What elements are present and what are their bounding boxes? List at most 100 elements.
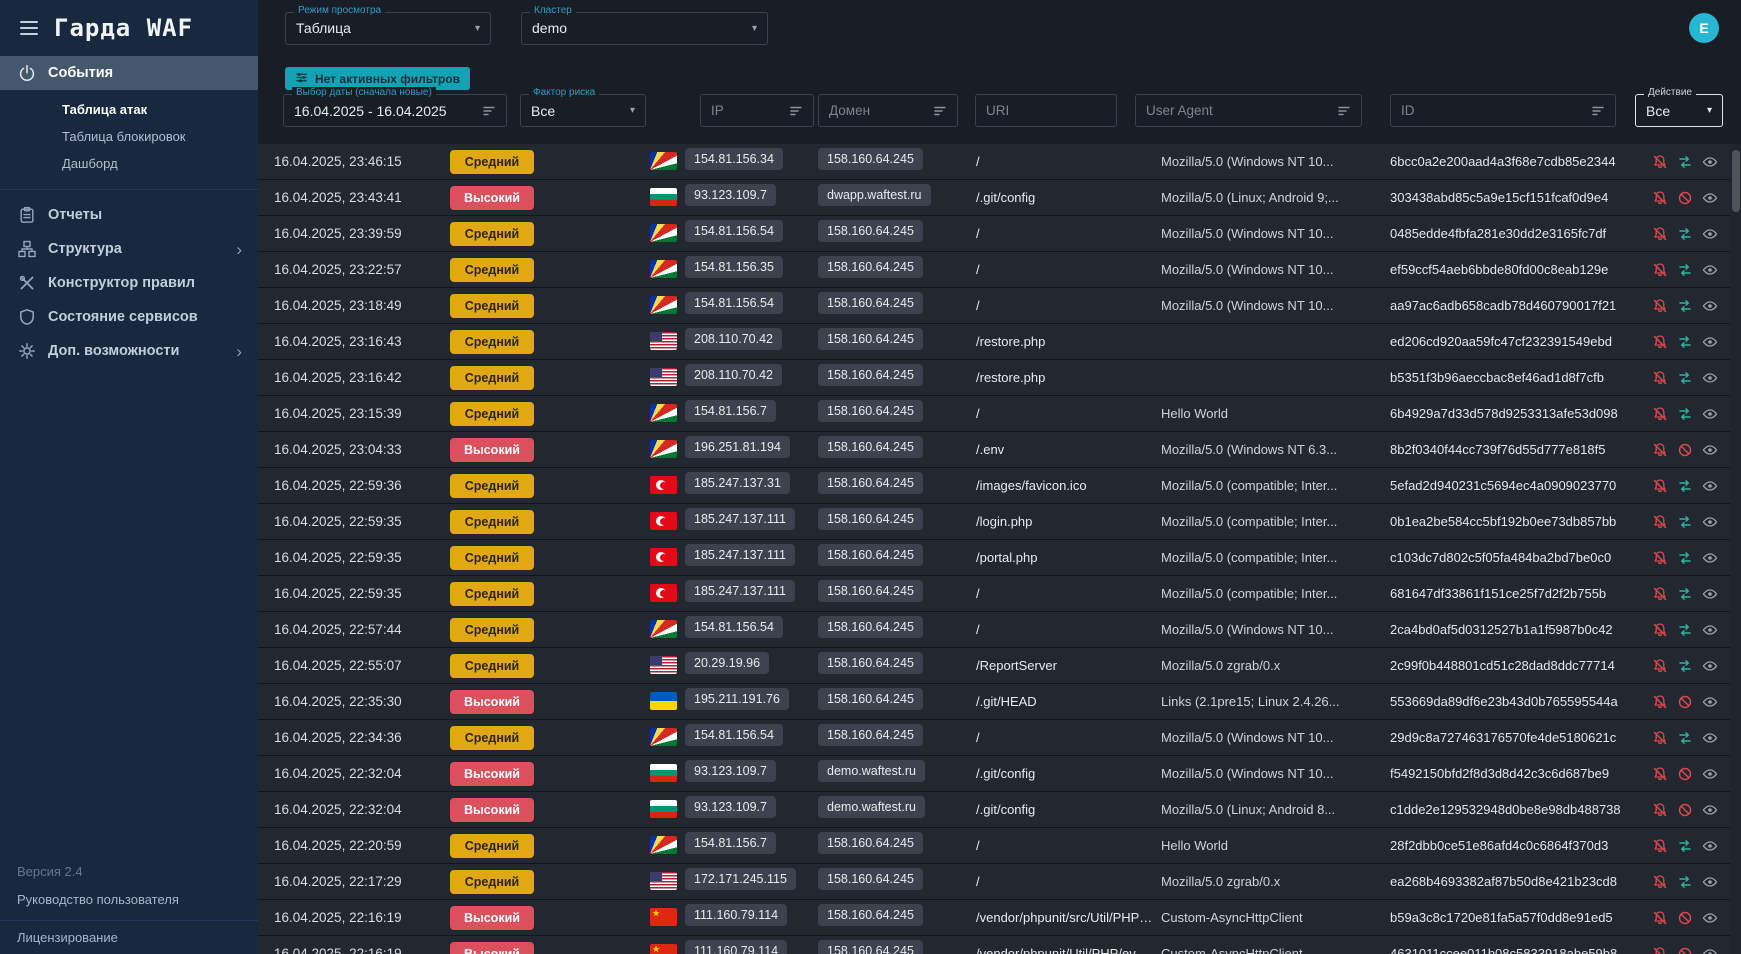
event-row[interactable]: 16.04.2025, 22:20:59 Средний 154.81.156.… xyxy=(258,828,1730,864)
notifications-off-icon[interactable] xyxy=(1652,262,1668,278)
view-details-icon[interactable] xyxy=(1702,550,1718,566)
event-row[interactable]: 16.04.2025, 23:46:15 Средний 154.81.156.… xyxy=(258,144,1730,180)
view-details-icon[interactable] xyxy=(1702,406,1718,422)
sidebar-item-dashboard[interactable]: Дашборд xyxy=(0,150,258,177)
passed-icon[interactable] xyxy=(1677,514,1693,530)
notifications-off-icon[interactable] xyxy=(1652,766,1668,782)
view-details-icon[interactable] xyxy=(1702,478,1718,494)
notifications-off-icon[interactable] xyxy=(1652,874,1668,890)
view-details-icon[interactable] xyxy=(1702,586,1718,602)
notifications-off-icon[interactable] xyxy=(1652,406,1668,422)
passed-icon[interactable] xyxy=(1677,550,1693,566)
blocked-icon[interactable] xyxy=(1677,442,1693,458)
notifications-off-icon[interactable] xyxy=(1652,478,1668,494)
passed-icon[interactable] xyxy=(1677,658,1693,674)
blocked-icon[interactable] xyxy=(1677,802,1693,818)
view-details-icon[interactable] xyxy=(1702,622,1718,638)
view-details-icon[interactable] xyxy=(1702,910,1718,926)
event-row[interactable]: 16.04.2025, 22:59:35 Средний 185.247.137… xyxy=(258,540,1730,576)
notifications-off-icon[interactable] xyxy=(1652,442,1668,458)
view-details-icon[interactable] xyxy=(1702,766,1718,782)
passed-icon[interactable] xyxy=(1677,838,1693,854)
sidebar-item-events[interactable]: События xyxy=(0,56,258,90)
view-details-icon[interactable] xyxy=(1702,730,1718,746)
view-details-icon[interactable] xyxy=(1702,442,1718,458)
sidebar-item-rule-constructor[interactable]: Конструктор правил xyxy=(0,266,258,300)
action-filter-select[interactable]: Действие Все ▾ xyxy=(1635,94,1723,127)
view-details-icon[interactable] xyxy=(1702,226,1718,242)
view-details-icon[interactable] xyxy=(1702,154,1718,170)
event-row[interactable]: 16.04.2025, 23:18:49 Средний 154.81.156.… xyxy=(258,288,1730,324)
passed-icon[interactable] xyxy=(1677,298,1693,314)
event-row[interactable]: 16.04.2025, 23:16:43 Средний 208.110.70.… xyxy=(258,324,1730,360)
notifications-off-icon[interactable] xyxy=(1652,802,1668,818)
event-row[interactable]: 16.04.2025, 22:16:19 Высокий 111.160.79.… xyxy=(258,900,1730,936)
view-details-icon[interactable] xyxy=(1702,262,1718,278)
filter-icon[interactable] xyxy=(927,104,947,118)
license-link[interactable]: Лицензирование xyxy=(0,921,258,954)
notifications-off-icon[interactable] xyxy=(1652,694,1668,710)
risk-filter-select[interactable]: Фактор риска Все ▾ xyxy=(520,94,646,127)
sidebar-item-blocks-table[interactable]: Таблица блокировок xyxy=(0,123,258,150)
blocked-icon[interactable] xyxy=(1677,766,1693,782)
view-details-icon[interactable] xyxy=(1702,370,1718,386)
passed-icon[interactable] xyxy=(1677,226,1693,242)
notifications-off-icon[interactable] xyxy=(1652,910,1668,926)
event-row[interactable]: 16.04.2025, 22:16:19 Высокий 111.160.79.… xyxy=(258,936,1730,954)
view-details-icon[interactable] xyxy=(1702,514,1718,530)
blocked-icon[interactable] xyxy=(1677,946,1693,954)
passed-icon[interactable] xyxy=(1677,730,1693,746)
event-row[interactable]: 16.04.2025, 22:57:44 Средний 154.81.156.… xyxy=(258,612,1730,648)
view-details-icon[interactable] xyxy=(1702,802,1718,818)
passed-icon[interactable] xyxy=(1677,874,1693,890)
notifications-off-icon[interactable] xyxy=(1652,586,1668,602)
cluster-select[interactable]: Кластер demo ▾ xyxy=(521,12,768,45)
notifications-off-icon[interactable] xyxy=(1652,946,1668,954)
menu-toggle-icon[interactable] xyxy=(18,19,40,37)
view-details-icon[interactable] xyxy=(1702,874,1718,890)
passed-icon[interactable] xyxy=(1677,406,1693,422)
uri-filter-input[interactable] xyxy=(986,103,1106,118)
sort-icon[interactable] xyxy=(476,104,496,118)
event-row[interactable]: 16.04.2025, 23:15:39 Средний 154.81.156.… xyxy=(258,396,1730,432)
view-details-icon[interactable] xyxy=(1702,694,1718,710)
event-row[interactable]: 16.04.2025, 22:59:35 Средний 185.247.137… xyxy=(258,576,1730,612)
filter-icon[interactable] xyxy=(1585,104,1605,118)
view-details-icon[interactable] xyxy=(1702,658,1718,674)
event-row[interactable]: 16.04.2025, 22:32:04 Высокий 93.123.109.… xyxy=(258,756,1730,792)
passed-icon[interactable] xyxy=(1677,478,1693,494)
view-details-icon[interactable] xyxy=(1702,946,1718,954)
blocked-icon[interactable] xyxy=(1677,190,1693,206)
event-row[interactable]: 16.04.2025, 22:34:36 Средний 154.81.156.… xyxy=(258,720,1730,756)
view-mode-select[interactable]: Режим просмотра Таблица ▾ xyxy=(285,12,491,45)
view-details-icon[interactable] xyxy=(1702,190,1718,206)
event-row[interactable]: 16.04.2025, 22:59:35 Средний 185.247.137… xyxy=(258,504,1730,540)
passed-icon[interactable] xyxy=(1677,334,1693,350)
event-row[interactable]: 16.04.2025, 23:16:42 Средний 208.110.70.… xyxy=(258,360,1730,396)
notifications-off-icon[interactable] xyxy=(1652,334,1668,350)
event-row[interactable]: 16.04.2025, 23:39:59 Средний 154.81.156.… xyxy=(258,216,1730,252)
event-row[interactable]: 16.04.2025, 22:35:30 Высокий 195.211.191… xyxy=(258,684,1730,720)
view-details-icon[interactable] xyxy=(1702,334,1718,350)
event-row[interactable]: 16.04.2025, 23:43:41 Высокий 93.123.109.… xyxy=(258,180,1730,216)
passed-icon[interactable] xyxy=(1677,262,1693,278)
event-row[interactable]: 16.04.2025, 22:32:04 Высокий 93.123.109.… xyxy=(258,792,1730,828)
event-row[interactable]: 16.04.2025, 22:17:29 Средний 172.171.245… xyxy=(258,864,1730,900)
notifications-off-icon[interactable] xyxy=(1652,370,1668,386)
notifications-off-icon[interactable] xyxy=(1652,154,1668,170)
passed-icon[interactable] xyxy=(1677,154,1693,170)
date-range-filter[interactable]: Выбор даты (сначала новые) 16.04.2025 - … xyxy=(283,94,507,127)
user-manual-link[interactable]: Руководство пользователя xyxy=(0,883,258,916)
notifications-off-icon[interactable] xyxy=(1652,226,1668,242)
notifications-off-icon[interactable] xyxy=(1652,730,1668,746)
notifications-off-icon[interactable] xyxy=(1652,298,1668,314)
event-row[interactable]: 16.04.2025, 23:04:33 Высокий 196.251.81.… xyxy=(258,432,1730,468)
event-row[interactable]: 16.04.2025, 22:59:36 Средний 185.247.137… xyxy=(258,468,1730,504)
notifications-off-icon[interactable] xyxy=(1652,550,1668,566)
event-row[interactable]: 16.04.2025, 23:22:57 Средний 154.81.156.… xyxy=(258,252,1730,288)
user-avatar[interactable]: E xyxy=(1689,13,1719,43)
filter-icon[interactable] xyxy=(1331,104,1351,118)
notifications-off-icon[interactable] xyxy=(1652,190,1668,206)
notifications-off-icon[interactable] xyxy=(1652,658,1668,674)
filter-icon[interactable] xyxy=(783,104,803,118)
